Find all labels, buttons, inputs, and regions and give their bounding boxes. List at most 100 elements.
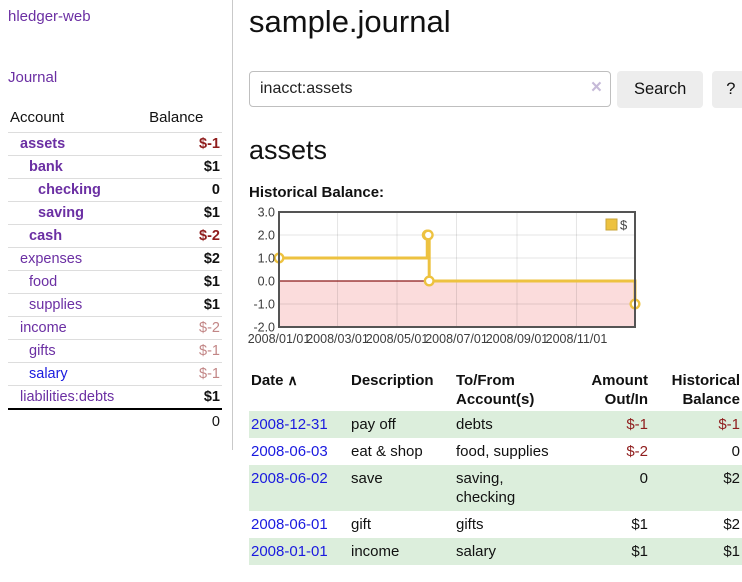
svg-text:2008/03/01: 2008/03/01 — [306, 332, 369, 346]
account-row: supplies $1 — [8, 294, 222, 317]
register-row: 2008-12-31pay offdebts$-1$-1 — [249, 411, 742, 438]
account-balance: $1 — [147, 294, 222, 317]
register-accounts: debts — [454, 411, 567, 438]
register-header-date[interactable]: Date∧ — [249, 369, 349, 411]
main-content: sample.journal × Search ? assets Histori… — [233, 0, 742, 565]
register-date-link[interactable]: 2008-06-02 — [251, 470, 328, 487]
account-balance: 0 — [147, 179, 222, 202]
svg-text:2008/09/01: 2008/09/01 — [486, 332, 549, 346]
register-balance: $-1 — [650, 411, 742, 438]
chart-svg: $3.02.01.00.0-1.0-2.02008/01/012008/03/0… — [249, 210, 641, 352]
accounts-total-value: 0 — [147, 409, 222, 434]
account-row: saving$1 — [8, 202, 222, 225]
register-amount: $-2 — [567, 438, 650, 465]
accounts-header-account: Account — [8, 106, 147, 133]
svg-text:2008/07/01: 2008/07/01 — [425, 332, 488, 346]
clear-search-icon[interactable]: × — [591, 78, 602, 98]
sidebar-account-link[interactable]: checking — [38, 182, 101, 198]
account-balance: $-1 — [147, 363, 222, 386]
account-row: checking 0 — [8, 179, 222, 202]
account-row: food$1 — [8, 271, 222, 294]
sidebar-account-link[interactable]: cash — [29, 228, 62, 244]
register-amount: $1 — [567, 538, 650, 565]
register-accounts: salary — [454, 538, 567, 565]
svg-text:2008/05/01: 2008/05/01 — [366, 332, 429, 346]
page-title: sample.journal — [249, 4, 742, 40]
account-balance: $-1 — [147, 340, 222, 363]
svg-text:0.0: 0.0 — [258, 274, 275, 288]
register-balance: 0 — [650, 438, 742, 465]
search-button[interactable]: Search — [617, 71, 703, 108]
register-description: pay off — [349, 411, 454, 438]
sidebar-account-link[interactable]: saving — [38, 205, 84, 221]
register-accounts: food, supplies — [454, 438, 567, 465]
register-date-link[interactable]: 2008-12-31 — [251, 416, 328, 433]
register-description: income — [349, 538, 454, 565]
svg-text:2.0: 2.0 — [258, 228, 275, 242]
svg-text:$: $ — [620, 218, 628, 233]
account-row: salary $-1 — [8, 363, 222, 386]
register-amount: $-1 — [567, 411, 650, 438]
svg-text:3.0: 3.0 — [258, 205, 275, 219]
app-title-link[interactable]: hledger-web — [8, 8, 91, 25]
help-button[interactable]: ? — [712, 71, 742, 108]
svg-text:2008/01/01: 2008/01/01 — [248, 332, 311, 346]
sidebar-account-link[interactable]: gifts — [29, 343, 56, 359]
register-balance: $2 — [650, 465, 742, 511]
register-date-link[interactable]: 2008-01-01 — [251, 543, 328, 560]
account-row: cash$-2 — [8, 225, 222, 248]
register-description: save — [349, 465, 454, 511]
accounts-header-balance: Balance — [147, 106, 222, 133]
historical-balance-chart[interactable]: $3.02.01.00.0-1.0-2.02008/01/012008/03/0… — [249, 210, 742, 352]
register-header-amount: AmountOut/In — [567, 369, 650, 411]
account-heading: assets — [249, 135, 742, 166]
sidebar-account-link[interactable]: liabilities:debts — [20, 389, 114, 405]
register-description: gift — [349, 511, 454, 538]
sort-ascending-icon: ∧ — [288, 372, 298, 388]
account-row: gifts $-1 — [8, 340, 222, 363]
sidebar-account-link[interactable]: bank — [29, 159, 63, 175]
register-date-link[interactable]: 2008-06-03 — [251, 443, 328, 460]
sidebar-account-link[interactable]: expenses — [20, 251, 82, 267]
svg-text:2008/11/01: 2008/11/01 — [546, 332, 608, 346]
account-balance: $-2 — [147, 317, 222, 340]
register-header-description: Description — [349, 369, 454, 411]
search-input[interactable] — [249, 71, 611, 107]
svg-text:1.0: 1.0 — [258, 251, 275, 265]
search-bar: × Search ? — [249, 71, 742, 108]
sidebar-account-link[interactable]: assets — [20, 136, 65, 152]
register-accounts: gifts — [454, 511, 567, 538]
register-row: 2008-01-01incomesalary$1$1 — [249, 538, 742, 565]
register-balance: $1 — [650, 538, 742, 565]
sidebar-account-link[interactable]: supplies — [29, 297, 82, 313]
register-row: 2008-06-02savesaving, checking0$2 — [249, 465, 742, 511]
account-row: income $-2 — [8, 317, 222, 340]
account-balance: $-1 — [147, 133, 222, 156]
sidebar-nav: Journal — [8, 69, 222, 87]
account-row: expenses $2 — [8, 248, 222, 271]
register-header-accounts: To/FromAccount(s) — [454, 369, 567, 411]
register-header-balance: HistoricalBalance — [650, 369, 742, 411]
account-row: bank $1 — [8, 156, 222, 179]
register-balance: $2 — [650, 511, 742, 538]
register-accounts: saving, checking — [454, 465, 567, 511]
nav-journal-link[interactable]: Journal — [8, 69, 57, 86]
account-balance: $1 — [147, 156, 222, 179]
register-description: eat & shop — [349, 438, 454, 465]
accounts-total-row: 0 — [8, 409, 222, 434]
account-row: assets $-1 — [8, 133, 222, 156]
register-row: 2008-06-03 eat & shopfood, supplies$-20 — [249, 438, 742, 465]
sidebar-account-link[interactable]: salary — [29, 366, 68, 382]
chart-legend: $ — [606, 218, 628, 233]
register-header-row: Date∧ Description To/FromAccount(s) Amou… — [249, 369, 742, 411]
register-table: Date∧ Description To/FromAccount(s) Amou… — [249, 369, 742, 565]
register-row: 2008-06-01 giftgifts$1$2 — [249, 511, 742, 538]
account-balance: $2 — [147, 248, 222, 271]
accounts-table: Account Balance assets $-1 bank $1 checking 0… — [8, 106, 222, 434]
account-balance: $1 — [147, 386, 222, 410]
accounts-header-row: Account Balance — [8, 106, 222, 133]
sidebar-account-link[interactable]: income — [20, 320, 67, 336]
register-date-link[interactable]: 2008-06-01 — [251, 516, 328, 533]
sidebar-account-link[interactable]: food — [29, 274, 57, 290]
register-amount: $1 — [567, 511, 650, 538]
